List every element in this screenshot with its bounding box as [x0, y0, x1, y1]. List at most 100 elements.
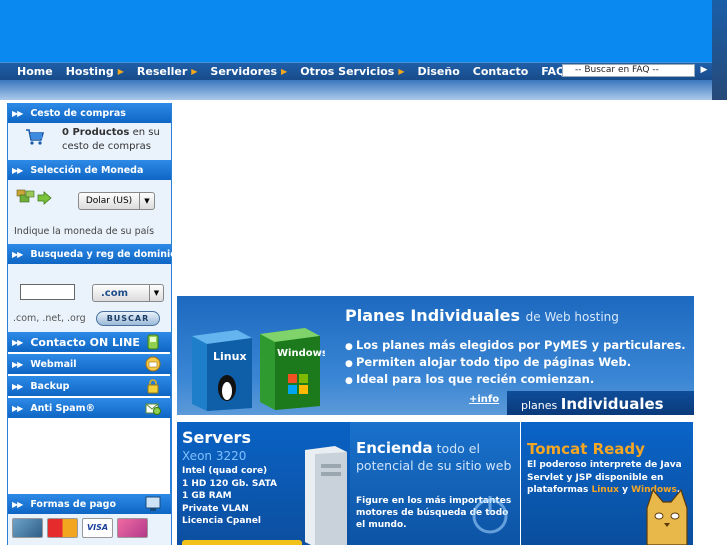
double-chevron-icon: ▶▶ [12, 359, 23, 369]
nav-label: Diseño [417, 64, 460, 78]
double-chevron-icon: ▶▶ [12, 108, 23, 118]
submenu-arrow-icon: ▶ [117, 66, 124, 76]
planes-bullets: Los planes más elegidos por PyMES y part… [345, 338, 686, 389]
submenu-arrow-icon: ▶ [398, 66, 405, 76]
tomcat-cat-icon [646, 488, 688, 545]
cart-panel: 0 Productos en su cesto de compras [8, 123, 171, 160]
nav-label: Contacto [472, 64, 529, 78]
nav-label: Servidores [210, 64, 278, 78]
nav-contacto[interactable]: Contacto [473, 65, 528, 78]
nav-hosting[interactable]: Hosting ▶ [66, 65, 124, 78]
linux-box-icon: Linux [192, 330, 252, 411]
main-nav: Home Hosting ▶ Reseller ▶ Servidores ▶ Otro… [17, 63, 585, 79]
nav-label: Hosting [65, 64, 114, 78]
servers-subtitle: Xeon 3220 [182, 449, 247, 463]
servers-banner[interactable]: Servers Xeon 3220 Intel (quad core) 1 HD… [177, 422, 350, 545]
other-card-icon [117, 518, 148, 538]
mastercard-icon [47, 518, 78, 538]
link-label: Backup [30, 380, 70, 392]
power-button-icon [472, 496, 508, 534]
chevron-down-icon: ▼ [139, 193, 154, 209]
lock-icon [147, 379, 159, 394]
double-chevron-icon: ▶▶ [12, 249, 23, 259]
nav-diseno[interactable]: Diseño [417, 65, 459, 78]
page: { "nav": { "items": [ {"label": "Home", … [0, 0, 727, 545]
nav-reseller[interactable]: Reseller ▶ [137, 65, 198, 78]
double-chevron-icon: ▶▶ [12, 337, 23, 347]
servers-spec: Private VLAN [182, 503, 249, 514]
shopping-cart-icon[interactable] [25, 128, 45, 146]
planes-bullet: Ideal para los que recién comienzan. [345, 372, 686, 389]
domain-search-button[interactable]: BUSCAR [96, 311, 160, 326]
double-chevron-icon: ▶▶ [12, 403, 23, 413]
server-tower-icon [305, 446, 347, 545]
nav-servidores[interactable]: Servidores ▶ [210, 65, 287, 78]
planes-subtitle: de Web hosting [525, 310, 619, 324]
cart-count[interactable]: 0 Productos [62, 127, 129, 138]
currency-panel: Dolar (US) ▼ Indique la moneda de su paí… [8, 180, 171, 244]
currency-select[interactable]: Dolar (US) ▼ [78, 192, 155, 210]
servers-spec: Intel (quad core) [182, 466, 268, 476]
svg-text:Linux: Linux [213, 350, 247, 363]
planes-tag-strong: Individuales [560, 395, 664, 413]
servers-spec: 1 GB RAM [182, 491, 232, 501]
link-contacto-online[interactable]: ▶▶ Contacto ON LINE [8, 332, 171, 352]
servers-specs: Intel (quad core) 1 HD 120 Gb. SATA 1 GB… [182, 465, 277, 528]
nav-label: Reseller [136, 64, 188, 78]
faq-go-arrow-icon[interactable]: ▶ [698, 64, 710, 77]
tomcat-banner[interactable]: Tomcat Ready El poderoso interprete de J… [521, 422, 693, 545]
submenu-arrow-icon: ▶ [191, 66, 198, 76]
submenu-arrow-icon: ▶ [281, 66, 288, 76]
svg-text:Windows: Windows [277, 348, 325, 359]
domain-heading: ▶▶ Busqueda y reg de dominio [8, 244, 177, 264]
planes-individuales-banner[interactable]: Linux Windows Planes Individuales de Web… [177, 296, 694, 415]
link-label: Contacto ON LINE [30, 335, 140, 349]
encienda-title: Encienda todo el potencial de su sitio w… [356, 440, 518, 474]
currency-exchange-icon [16, 189, 52, 205]
nav-label: Otros Servicios [300, 64, 395, 78]
faq-search-select[interactable]: -- Buscar en FAQ -- [562, 64, 695, 77]
double-chevron-icon: ▶▶ [12, 381, 23, 391]
planes-tag-prefix: planes [521, 399, 558, 412]
encienda-title-bold: Encienda [356, 439, 433, 457]
cart-heading: ▶▶ Cesto de compras [8, 103, 171, 123]
domain-panel: .com ▼ .com, .net, .org BUSCAR [8, 264, 171, 332]
planes-tag: planes Individuales [507, 391, 694, 415]
bank-card-icon [12, 518, 43, 538]
envelope-shield-icon [145, 403, 161, 415]
payment-heading: ▶▶ Formas de pago [8, 494, 171, 514]
planes-title: Planes Individuales de Web hosting [345, 306, 619, 325]
currency-heading: ▶▶ Selección de Moneda [8, 160, 171, 180]
planes-bullet: Los planes más elegidos por PyMES y part… [345, 338, 686, 355]
header-banner [0, 0, 712, 62]
domain-input[interactable] [20, 284, 75, 300]
servers-cta-button[interactable] [182, 540, 302, 545]
planes-title-text: Planes Individuales [345, 306, 521, 325]
planes-info-link[interactable]: +info [469, 394, 499, 405]
link-label: Anti Spam® [30, 402, 95, 414]
nav-otros-servicios[interactable]: Otros Servicios ▶ [300, 65, 404, 78]
link-backup[interactable]: ▶▶ Backup [8, 376, 171, 396]
link-anti-spam[interactable]: ▶▶ Anti Spam® [8, 398, 171, 418]
nav-shade [0, 80, 712, 100]
nav-home[interactable]: Home [17, 65, 53, 78]
link-label: Webmail [30, 358, 77, 370]
phone-icon [147, 334, 159, 350]
tld-examples: .com, .net, .org [13, 313, 86, 324]
link-webmail[interactable]: ▶▶ Webmail [8, 354, 171, 374]
tld-select[interactable]: .com ▼ [92, 284, 164, 302]
cart-heading-label: Cesto de compras [30, 107, 126, 119]
sidebar: ▶▶ Cesto de compras 0 Productos en su ce… [7, 103, 177, 545]
chevron-down-icon: ▼ [149, 285, 163, 301]
servers-title: Servers [182, 428, 251, 447]
tld-value: .com [101, 287, 129, 299]
double-chevron-icon: ▶▶ [12, 165, 23, 175]
tomcat-title: Tomcat Ready [527, 440, 645, 458]
payment-cards: VISA [12, 518, 152, 538]
monitor-icon [145, 496, 161, 511]
planes-bullet: Permiten alojar todo tipo de páginas Web… [345, 355, 686, 372]
payment-heading-label: Formas de pago [30, 498, 116, 510]
tomcat-linux: Linux [591, 485, 619, 495]
encienda-banner[interactable]: Encienda todo el potencial de su sitio w… [350, 422, 520, 545]
currency-heading-label: Selección de Moneda [30, 164, 144, 176]
